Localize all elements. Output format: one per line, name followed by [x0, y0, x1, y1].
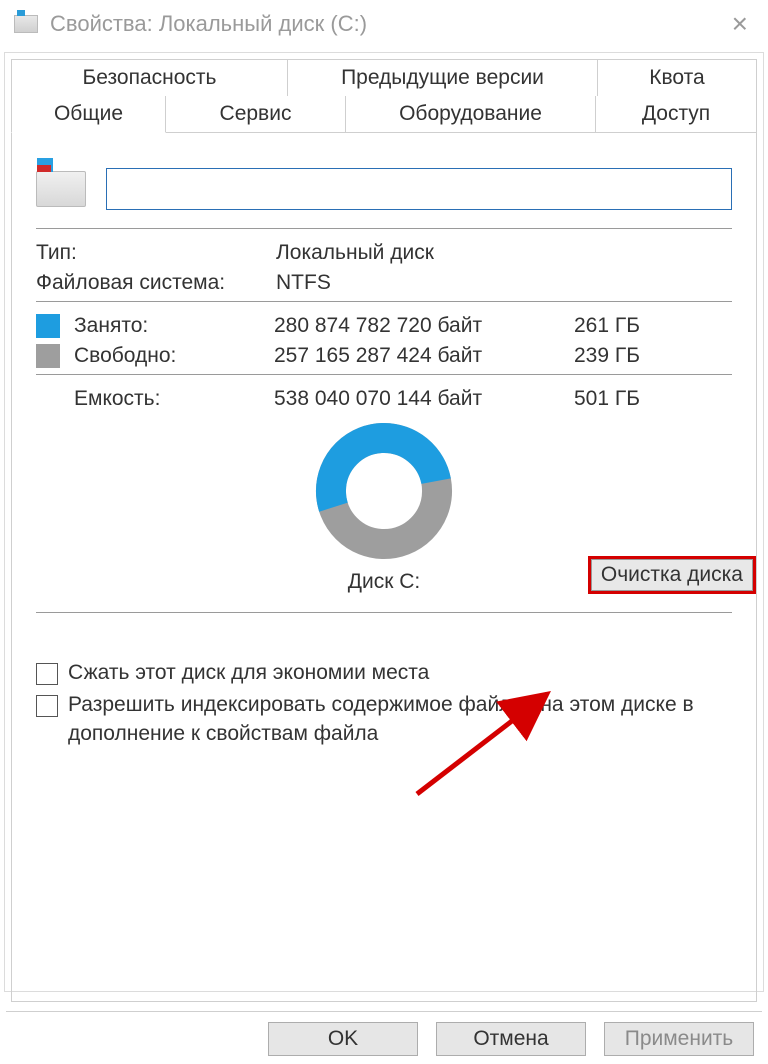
cancel-button[interactable]: Отмена: [436, 1022, 586, 1056]
volume-name-input[interactable]: [106, 168, 732, 210]
filesystem-value: NTFS: [276, 271, 732, 295]
drive-icon: [36, 171, 86, 207]
tab-general[interactable]: Общие: [11, 96, 166, 133]
index-label: Разрешить индексировать содержимое файло…: [68, 691, 732, 748]
tab-tools[interactable]: Сервис: [166, 96, 346, 133]
tab-quota[interactable]: Квота: [597, 59, 757, 96]
disk-label: Диск C:: [348, 570, 420, 594]
compress-checkbox[interactable]: [36, 663, 58, 685]
used-bytes: 280 874 782 720 байт: [274, 314, 574, 338]
free-label: Свободно:: [74, 344, 274, 368]
titlebar: Свойства: Локальный диск (C:) ×: [0, 0, 768, 50]
ok-button[interactable]: OK: [268, 1022, 418, 1056]
divider: [36, 374, 732, 375]
tab-sharing[interactable]: Доступ: [596, 96, 757, 133]
close-icon[interactable]: ×: [726, 8, 754, 40]
type-value: Локальный диск: [276, 241, 732, 265]
disk-cleanup-button[interactable]: Очистка диска: [588, 556, 756, 594]
index-checkbox[interactable]: [36, 695, 58, 717]
used-color-swatch: [36, 314, 60, 338]
divider: [36, 301, 732, 302]
window-title: Свойства: Локальный диск (C:): [50, 11, 367, 37]
apply-button[interactable]: Применить: [604, 1022, 754, 1056]
divider: [36, 612, 732, 613]
free-color-swatch: [36, 344, 60, 368]
capacity-label: Емкость:: [74, 387, 274, 411]
compress-label: Сжать этот диск для экономии места: [68, 659, 429, 687]
tab-security[interactable]: Безопасность: [11, 59, 287, 96]
free-gb: 239 ГБ: [574, 344, 732, 368]
tabs: Безопасность Предыдущие версии Квота Общ…: [11, 59, 757, 133]
capacity-gb: 501 ГБ: [574, 387, 732, 411]
tab-hardware[interactable]: Оборудование: [346, 96, 596, 133]
space-table: Занято: 280 874 782 720 байт 261 ГБ Своб…: [36, 314, 732, 368]
type-label: Тип:: [36, 241, 276, 265]
drive-icon: [14, 15, 38, 33]
free-bytes: 257 165 287 424 байт: [274, 344, 574, 368]
tab-previous-versions[interactable]: Предыдущие версии: [287, 59, 597, 96]
window-body: Безопасность Предыдущие версии Квота Общ…: [4, 52, 764, 992]
tab-content-general: Тип: Локальный диск Файловая система: NT…: [11, 132, 757, 1002]
divider: [36, 228, 732, 229]
capacity-bytes: 538 040 070 144 байт: [274, 387, 574, 411]
pie-chart-icon: [314, 421, 454, 561]
usage-chart: Диск C: Очистка диска: [36, 421, 732, 594]
used-gb: 261 ГБ: [574, 314, 732, 338]
filesystem-label: Файловая система:: [36, 271, 276, 295]
dialog-button-bar: OK Отмена Применить: [6, 1011, 762, 1062]
used-label: Занято:: [74, 314, 274, 338]
